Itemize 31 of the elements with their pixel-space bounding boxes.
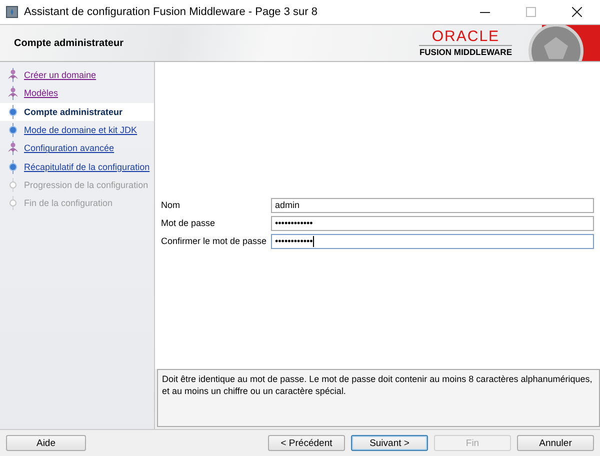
step-label: Progression de la configuration (24, 180, 148, 190)
step-dot-icon (6, 123, 20, 138)
step-label: Compte administrateur (24, 106, 123, 117)
brand-logo: ORACLE (432, 29, 500, 45)
help-button[interactable]: Aide (6, 435, 86, 451)
step-link[interactable]: Modèles (24, 88, 58, 98)
input-field[interactable]: •••••••••••• (271, 234, 594, 248)
step-link[interactable]: Créer un domaine (24, 70, 96, 80)
app-icon (6, 6, 18, 18)
field-label: Nom (161, 200, 182, 210)
wizard-button[interactable]: Annuler (517, 435, 594, 451)
step-label: Fin de la configuration (24, 198, 113, 208)
person-icon (6, 68, 20, 82)
step-dot-icon (6, 160, 20, 174)
step-link[interactable]: Mode de domaine et kit JDK (24, 125, 138, 136)
person-icon (6, 86, 20, 100)
window-title: Assistant de configuration Fusion Middleware - Page 3 sur 8 (24, 6, 318, 18)
wizard-button[interactable]: < Précédent (268, 435, 345, 451)
product-name: FUSION MIDDLEWARE (419, 45, 512, 57)
close-icon[interactable] (572, 7, 582, 17)
person-icon (6, 141, 20, 156)
step-link[interactable]: Configuration avancée (24, 143, 114, 154)
input-field[interactable]: admin (271, 198, 594, 212)
step-link[interactable]: Récapitulatif de la configuration (24, 162, 150, 172)
field-label: Mot de passe (161, 218, 216, 228)
page-title: Compte administrateur (13, 38, 124, 48)
help-message: Doit être identique au mot de passe. Le mot de passe doit contenir au moins 8 caractères alphanumériques, et au moins un chiffre ou un caractère spécial. (157, 369, 600, 427)
field-label: Confirmer le mot de passe (161, 236, 268, 246)
wizard-button[interactable]: Suivant > (351, 435, 428, 451)
step-dot-icon (6, 104, 20, 119)
input-field[interactable]: •••••••••••• (271, 216, 594, 230)
